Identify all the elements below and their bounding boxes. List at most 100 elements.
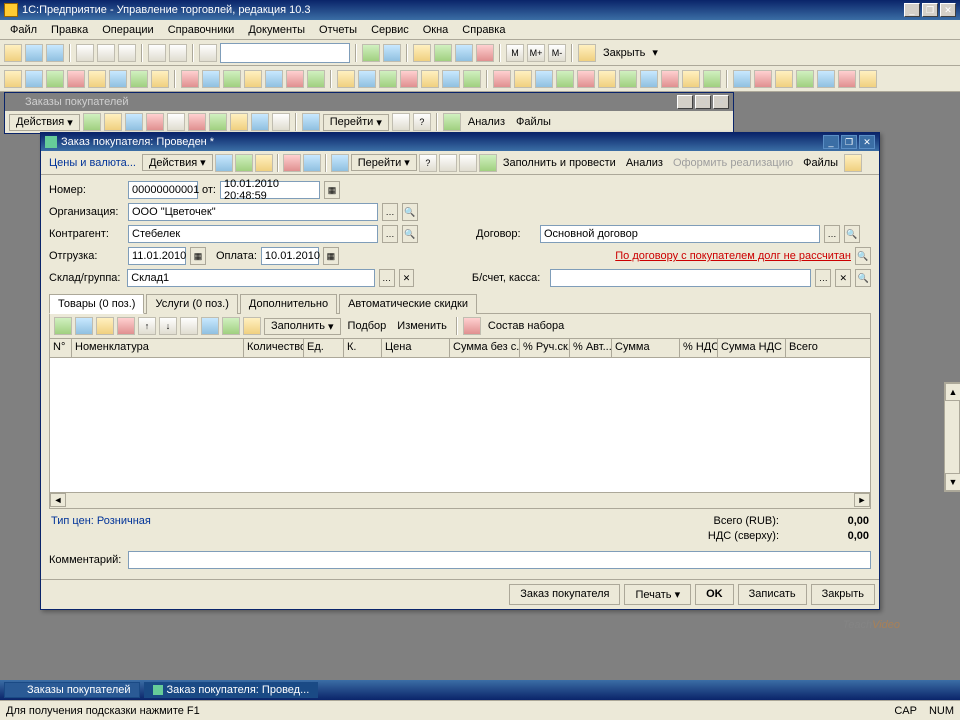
row-edit-icon[interactable] <box>96 317 114 335</box>
doc-d2-icon[interactable] <box>303 154 321 172</box>
menu-reports[interactable]: Отчеты <box>313 22 363 38</box>
tb-paste-icon[interactable] <box>118 44 136 62</box>
doc-help-icon[interactable]: ? <box>419 154 437 172</box>
row-s2-icon[interactable] <box>222 317 240 335</box>
fld-pay[interactable]: 10.01.2010 <box>261 247 319 265</box>
tb2-22-icon[interactable] <box>463 70 481 88</box>
doc-ref-icon[interactable] <box>479 154 497 172</box>
grid-body[interactable] <box>50 358 870 498</box>
tb2-25-icon[interactable] <box>535 70 553 88</box>
ship-date-icon[interactable]: ▦ <box>190 247 206 265</box>
fld-wh[interactable]: Склад1 <box>127 269 374 287</box>
bg-add-icon[interactable] <box>83 113 101 131</box>
fld-contract[interactable]: Основной договор <box>540 225 820 243</box>
contr-select-icon[interactable]: … <box>382 225 398 243</box>
tb-calendar-icon[interactable] <box>383 44 401 62</box>
debt-link[interactable]: По договору с покупателем долг не рассчи… <box>615 250 851 262</box>
scroll-right-icon[interactable]: ► <box>854 493 870 507</box>
bank-select-icon[interactable]: … <box>815 269 831 287</box>
tb2-19-icon[interactable] <box>400 70 418 88</box>
prices-link[interactable]: Цены и валюта... <box>45 155 140 171</box>
bank-clear-icon[interactable]: ✕ <box>835 269 851 287</box>
tb2-36-icon[interactable] <box>775 70 793 88</box>
fld-org[interactable]: ООО "Цветочек" <box>128 203 378 221</box>
bg-c1-icon[interactable] <box>443 113 461 131</box>
tb2-2-icon[interactable] <box>25 70 43 88</box>
tb2-24-icon[interactable] <box>514 70 532 88</box>
tb2-27-icon[interactable] <box>577 70 595 88</box>
tb-redo-icon[interactable] <box>169 44 187 62</box>
tab-goods[interactable]: Товары (0 поз.) <box>49 294 144 314</box>
tb-undo-icon[interactable] <box>148 44 166 62</box>
tb2-15-icon[interactable] <box>307 70 325 88</box>
org-select-icon[interactable]: … <box>382 203 398 221</box>
btn-save[interactable]: Записать <box>738 584 807 605</box>
fill-button[interactable]: Заполнить▾ <box>264 318 341 335</box>
doc-min-button[interactable]: _ <box>823 135 839 149</box>
col-unit[interactable]: Ед. <box>304 339 344 357</box>
btn-ok[interactable]: OK <box>695 584 734 605</box>
scroll-down-icon[interactable]: ▼ <box>945 473 960 491</box>
tab-additional[interactable]: Дополнительно <box>240 294 337 314</box>
col-vat-pct[interactable]: % НДС <box>680 339 718 357</box>
tb-close-dropdown-icon[interactable]: ▾ <box>652 46 658 59</box>
doc-tree-icon[interactable] <box>459 154 477 172</box>
col-man-disc[interactable]: % Руч.ск. <box>520 339 570 357</box>
tb2-6-icon[interactable] <box>109 70 127 88</box>
col-qty[interactable]: Количество <box>244 339 304 357</box>
bg-sort-icon[interactable] <box>251 113 269 131</box>
tb2-17-icon[interactable] <box>358 70 376 88</box>
tb2-33-icon[interactable] <box>703 70 721 88</box>
tb-m3-icon[interactable]: M- <box>548 44 566 62</box>
bg-copy-icon[interactable] <box>104 113 122 131</box>
tb2-32-icon[interactable] <box>682 70 700 88</box>
tb2-28-icon[interactable] <box>598 70 616 88</box>
fld-contr[interactable]: Стебелек <box>128 225 378 243</box>
doc-d1-icon[interactable] <box>283 154 301 172</box>
col-price[interactable]: Цена <box>382 339 450 357</box>
doc-attach-icon[interactable] <box>844 154 862 172</box>
tb-new-icon[interactable] <box>4 44 22 62</box>
goods-grid[interactable]: N° Номенклатура Количество Ед. К. Цена С… <box>49 339 871 509</box>
minimize-button[interactable]: _ <box>904 3 920 17</box>
menu-catalogs[interactable]: Справочники <box>162 22 241 38</box>
tab-services[interactable]: Услуги (0 поз.) <box>146 294 237 314</box>
bg-refresh-icon[interactable] <box>392 113 410 131</box>
tb2-20-icon[interactable] <box>421 70 439 88</box>
col-k[interactable]: К. <box>344 339 382 357</box>
debt-search-icon[interactable]: 🔍 <box>855 247 871 265</box>
tb2-39-icon[interactable] <box>838 70 856 88</box>
fld-date[interactable]: 10.01.2010 20:48:59 <box>220 181 320 199</box>
wh-clear-icon[interactable]: ✕ <box>399 269 415 287</box>
tb-a3-icon[interactable] <box>455 44 473 62</box>
tb2-3-icon[interactable] <box>46 70 64 88</box>
bgwin-min-button[interactable]: _ <box>677 95 693 109</box>
menu-help[interactable]: Справка <box>456 22 511 38</box>
bg-actions-button[interactable]: Действия▾ <box>9 114 80 131</box>
bg-b1-icon[interactable] <box>302 113 320 131</box>
tb2-31-icon[interactable] <box>661 70 679 88</box>
tb2-9-icon[interactable] <box>181 70 199 88</box>
tb-search-field[interactable] <box>220 43 350 63</box>
tb-save-icon[interactable] <box>46 44 64 62</box>
bg-help-icon[interactable]: ? <box>413 113 431 131</box>
col-auto-disc[interactable]: % Авт... <box>570 339 612 357</box>
tb2-4-icon[interactable] <box>67 70 85 88</box>
row-s1-icon[interactable] <box>201 317 219 335</box>
doc-close-button[interactable]: ✕ <box>859 135 875 149</box>
bg-goto-button[interactable]: Перейти▾ <box>323 114 389 131</box>
bg-analysis[interactable]: Анализ <box>464 114 509 130</box>
tb2-37-icon[interactable] <box>796 70 814 88</box>
tb-calc-icon[interactable] <box>362 44 380 62</box>
task-orders-list[interactable]: Заказы покупателей <box>4 682 140 698</box>
tb-cut-icon[interactable] <box>76 44 94 62</box>
tb-close-text[interactable]: Закрыть <box>599 45 649 61</box>
task-order-doc[interactable]: Заказ покупателя: Провед... <box>144 682 319 698</box>
tb-a2-icon[interactable] <box>434 44 452 62</box>
menu-documents[interactable]: Документы <box>242 22 311 38</box>
row-copy-icon[interactable] <box>75 317 93 335</box>
tb-a1-icon[interactable] <box>413 44 431 62</box>
doc-goto-button[interactable]: Перейти▾ <box>351 154 417 171</box>
tb2-34-icon[interactable] <box>733 70 751 88</box>
bg-del-icon[interactable] <box>146 113 164 131</box>
